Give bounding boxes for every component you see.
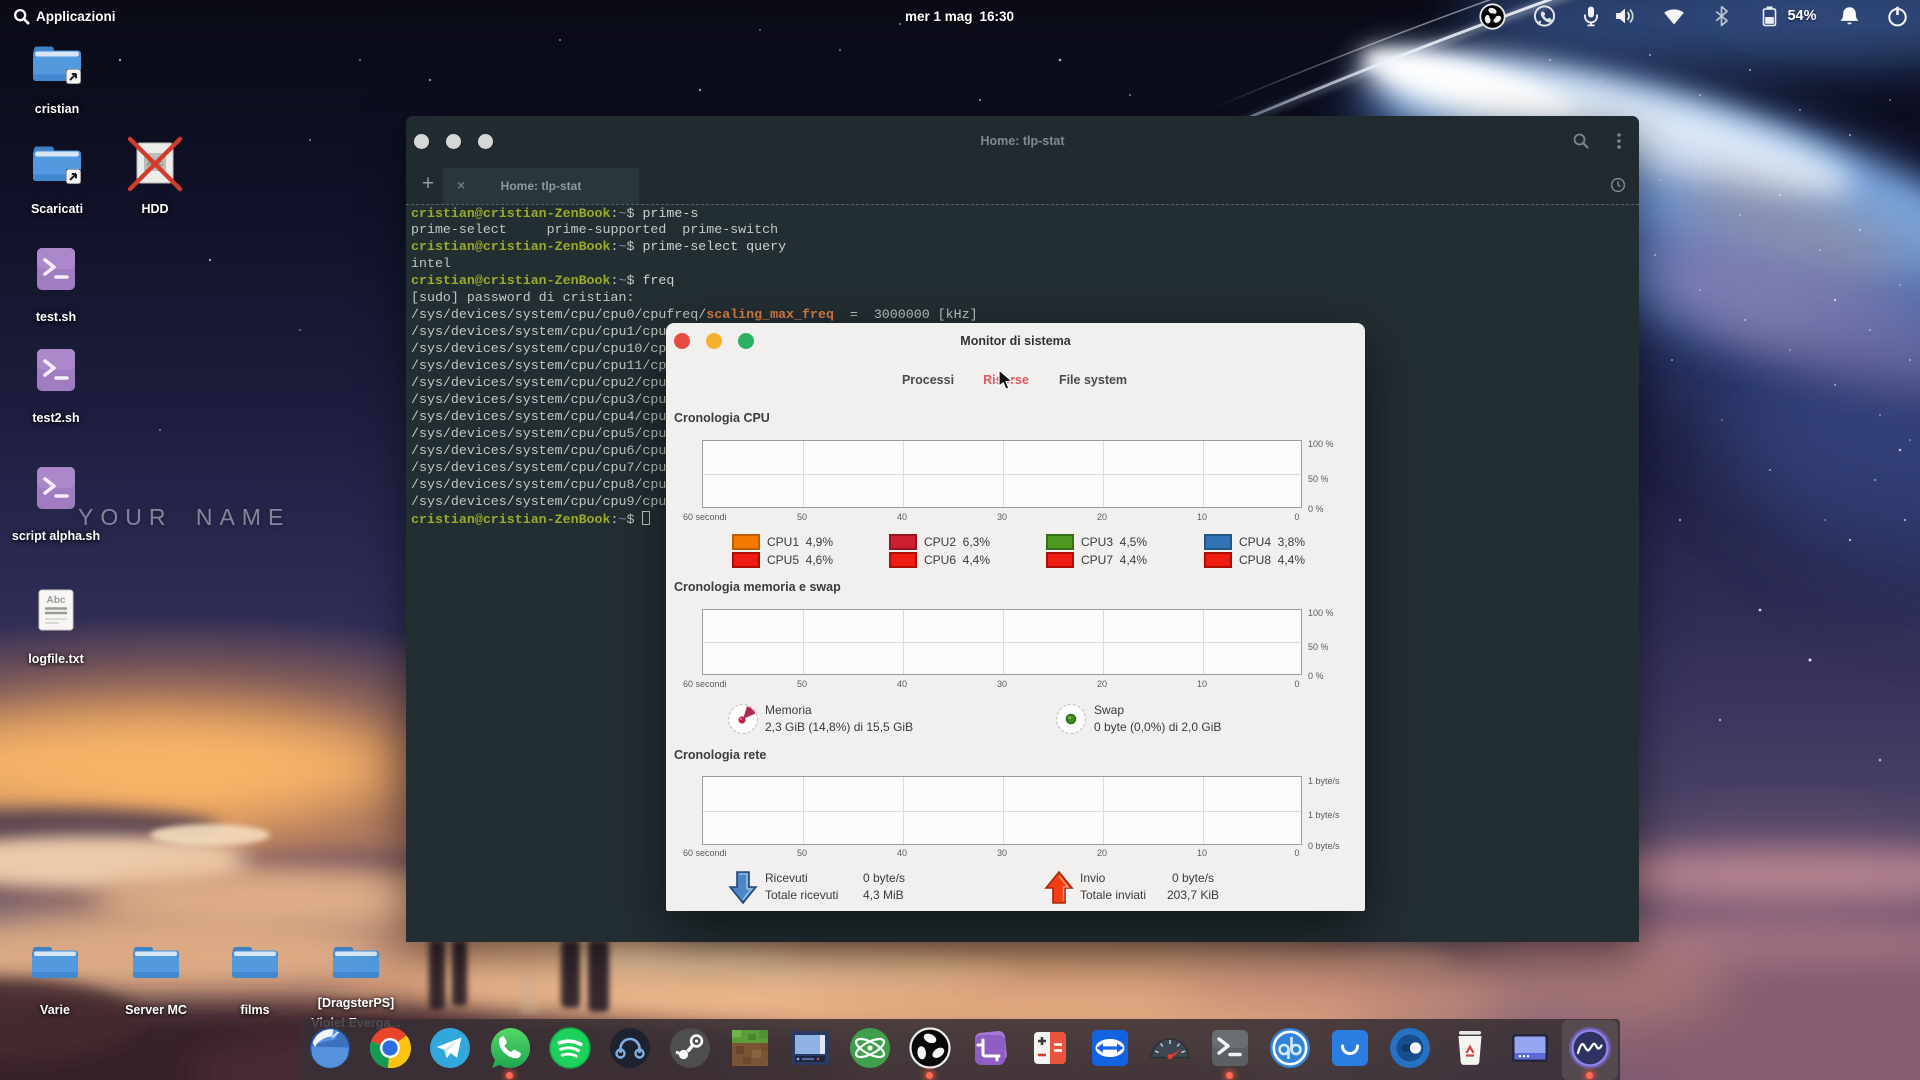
svg-text:Abc: Abc: [47, 595, 66, 606]
